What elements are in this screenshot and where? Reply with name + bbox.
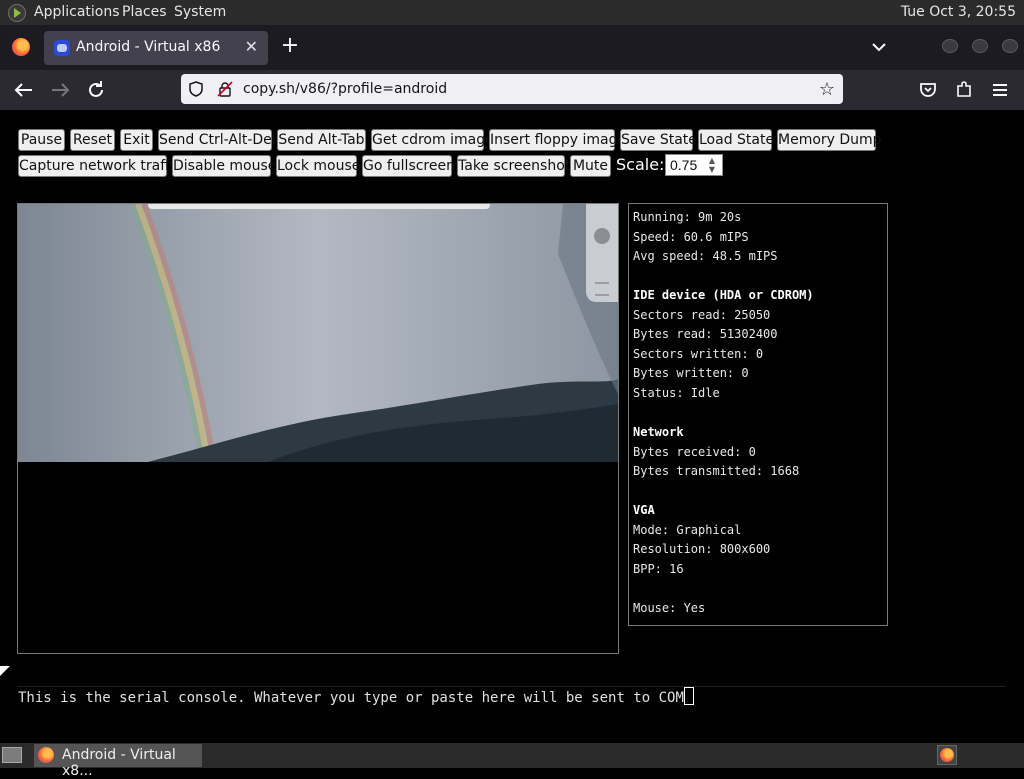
- disable-mouse-button[interactable]: Disable mouse: [172, 155, 276, 177]
- send-ctrl-alt-del-button[interactable]: Send Ctrl-Alt-Del: [158, 129, 276, 151]
- url-text[interactable]: copy.sh/v86/?profile=android: [243, 81, 447, 97]
- serial-console[interactable]: This is the serial console. Whatever you…: [17, 686, 1006, 744]
- memory-dump-button[interactable]: Memory Dump: [777, 129, 882, 151]
- pause-button[interactable]: Pause: [18, 129, 65, 151]
- reload-icon[interactable]: [84, 78, 108, 102]
- notification-shade-handle[interactable]: [148, 204, 490, 209]
- stats-line: Sectors written: 0: [633, 346, 764, 361]
- android-favicon-icon: [54, 40, 70, 56]
- stats-line: IDE device (HDA or CDROM): [633, 288, 814, 303]
- stats-blank-line: [633, 579, 887, 599]
- stats-line: Network: [633, 425, 684, 440]
- stats-blank-line: [633, 403, 887, 423]
- stats-line: Speed: 60.6 mIPS: [633, 229, 749, 244]
- stats-line: Bytes read: 51302400: [633, 327, 778, 342]
- grip-icon: [595, 282, 609, 296]
- serial-console-text[interactable]: This is the serial console. Whatever you…: [18, 687, 694, 706]
- menu-places[interactable]: Places: [122, 4, 167, 20]
- distro-logo-icon[interactable]: [8, 4, 26, 22]
- hamburger-menu-icon[interactable]: [988, 78, 1012, 102]
- forward-arrow-icon[interactable]: [48, 78, 72, 102]
- mute-button[interactable]: Mute: [570, 155, 611, 177]
- workspace-switcher-firefox-icon[interactable]: [937, 745, 957, 765]
- menu-system[interactable]: System: [174, 4, 226, 20]
- go-fullscreen-button[interactable]: Go fullscreen: [362, 155, 455, 177]
- stats-line: Running: 9m 20s: [633, 210, 742, 224]
- extensions-puzzle-icon[interactable]: [952, 78, 976, 102]
- scale-spinner-icon[interactable]: ▲ ▼: [705, 156, 719, 174]
- stats-panel: Running: 9m 20s Speed: 60.6 mIPS Avg speed…: [628, 203, 888, 626]
- stats-blank-line: [633, 482, 887, 502]
- clock[interactable]: Tue Oct 3, 20:55: [901, 4, 1016, 20]
- text-cursor: [683, 687, 694, 705]
- vm-screen[interactable]: [17, 203, 619, 654]
- stats-line: Mouse: Yes: [633, 600, 706, 615]
- load-state-button[interactable]: Load State: [698, 129, 774, 151]
- back-arrow-icon[interactable]: [12, 78, 36, 102]
- take-screenshot-button[interactable]: Take screenshot: [457, 155, 570, 177]
- tracking-protection-shield-icon[interactable]: [189, 81, 203, 97]
- tab-title: Android - Virtual x86: [76, 39, 221, 55]
- bottom-taskbar: Android - Virtual x8...: [0, 743, 1024, 779]
- insert-floppy-image-button[interactable]: Insert floppy image: [489, 129, 626, 151]
- list-tabs-chevron-icon[interactable]: [870, 38, 888, 56]
- lock-mouse-button[interactable]: Lock mouse: [276, 155, 360, 177]
- firefox-icon: [38, 747, 54, 763]
- stats-line: VGA: [633, 503, 655, 518]
- new-tab-button[interactable]: +: [280, 34, 300, 58]
- firefox-view-icon[interactable]: [12, 38, 30, 56]
- back-circle-icon[interactable]: [594, 228, 610, 244]
- waterfall-rainbow-picture: [18, 204, 618, 462]
- capture-network-traffic-button[interactable]: Capture network traffic: [18, 155, 181, 177]
- close-tab-icon[interactable]: ✕: [245, 37, 258, 56]
- side-panel-handle[interactable]: [586, 204, 618, 302]
- show-desktop-icon[interactable]: [2, 747, 22, 763]
- stats-line: Avg speed: 48.5 mIPS: [633, 249, 778, 264]
- stats-line: Mode: Graphical: [633, 522, 742, 537]
- stats-line: Resolution: 800x600: [633, 542, 771, 557]
- mouse-pointer-icon: [0, 666, 10, 676]
- stats-line: Sectors read: 25050: [633, 307, 771, 322]
- stats-line: Bytes transmitted: 1668: [633, 464, 800, 479]
- send-alt-tab-button[interactable]: Send Alt-Tab: [277, 129, 366, 151]
- insecure-lock-icon[interactable]: [217, 81, 233, 97]
- bookmark-star-icon[interactable]: ☆: [819, 79, 835, 100]
- minimize-window-icon[interactable]: [942, 39, 958, 53]
- stats-line: Bytes written: 0: [633, 366, 749, 381]
- get-cdrom-image-button[interactable]: Get cdrom image: [371, 129, 494, 151]
- scale-label: Scale:: [616, 155, 665, 174]
- taskbar-window-label: Android - Virtual x8...: [62, 747, 176, 779]
- top-panel: Applications Places System Tue Oct 3, 20…: [0, 0, 1024, 25]
- maximize-window-icon[interactable]: [972, 39, 988, 53]
- browser-tab[interactable]: Android - Virtual x86 ✕: [44, 31, 268, 65]
- url-bar[interactable]: copy.sh/v86/?profile=android ☆: [181, 74, 843, 104]
- menu-applications[interactable]: Applications: [34, 4, 120, 20]
- reset-button[interactable]: Reset: [70, 129, 115, 151]
- stats-blank-line: [633, 267, 887, 287]
- close-window-icon[interactable]: [1002, 39, 1018, 53]
- exit-button[interactable]: Exit: [120, 129, 153, 151]
- taskbar-window-button[interactable]: Android - Virtual x8...: [34, 744, 202, 779]
- stats-line: Bytes received: 0: [633, 444, 756, 459]
- stats-line: BPP: 16: [633, 561, 684, 576]
- android-wallpaper-image: [18, 204, 618, 462]
- pocket-icon[interactable]: [916, 78, 940, 102]
- stats-line: Status: Idle: [633, 385, 720, 400]
- save-state-button[interactable]: Save State: [620, 129, 697, 151]
